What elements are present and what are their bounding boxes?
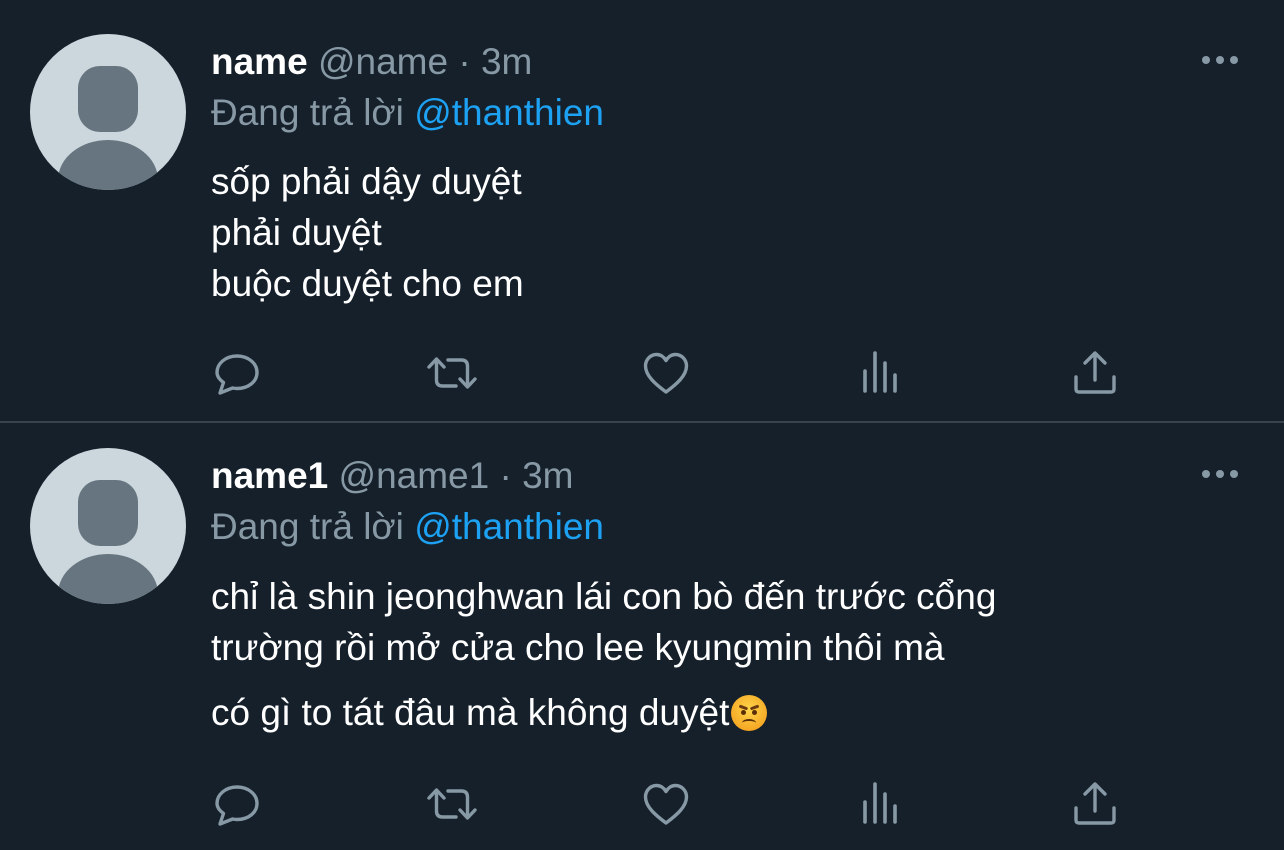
tweet-header: name @name · 3m: [211, 40, 532, 84]
reply-icon: [215, 354, 259, 395]
avatar-body-shape: [58, 140, 158, 190]
share-button[interactable]: [1069, 778, 1121, 830]
more-options-icon[interactable]: [1200, 56, 1240, 66]
tweet-text: có gì to tát đâu mà không duyệt: [211, 692, 730, 733]
analytics-icon: [863, 351, 897, 393]
like-icon: [643, 352, 689, 394]
reply-button[interactable]: [211, 347, 263, 399]
separator-dot: ·: [458, 41, 471, 82]
analytics-icon: [863, 782, 897, 824]
replying-to: Đang trả lời @thanthien: [211, 505, 604, 549]
share-icon: [1074, 782, 1116, 825]
retweet-icon: [427, 357, 477, 389]
tweet-text-line: có gì to tát đâu mà không duyệt: [211, 691, 768, 735]
analytics-button[interactable]: [855, 347, 907, 399]
retweet-button[interactable]: [426, 347, 478, 399]
tweet[interactable]: name1 @name1 · 3m Đang trả lời @thanthie…: [0, 423, 1284, 850]
user-handle[interactable]: @name: [318, 41, 448, 82]
replying-prefix: Đang trả lời: [211, 92, 404, 133]
avatar-body-shape: [58, 554, 158, 604]
analytics-button[interactable]: [855, 778, 907, 830]
mention-link[interactable]: @thanthien: [414, 506, 604, 547]
tweet-text-line: sốp phải dậy duyệt: [211, 161, 522, 202]
angry-face-icon: [731, 695, 768, 731]
tweet-text-line: buộc duyệt cho em: [211, 263, 524, 304]
share-icon: [1074, 351, 1116, 394]
reply-button[interactable]: [211, 778, 263, 830]
retweet-icon: [427, 788, 477, 820]
share-button[interactable]: [1069, 347, 1121, 399]
tweet-text-line: chỉ là shin jeonghwan lái con bò đến trư…: [211, 576, 997, 617]
tweet-header: name1 @name1 · 3m: [211, 454, 574, 498]
like-button[interactable]: [640, 347, 692, 399]
tweet-text-line: trường rồi mở cửa cho lee kyungmin thôi …: [211, 627, 945, 668]
avatar[interactable]: [30, 34, 186, 190]
separator-dot: ·: [499, 455, 512, 496]
avatar-head-shape: [78, 480, 138, 546]
display-name[interactable]: name: [211, 41, 308, 82]
replying-prefix: Đang trả lời: [211, 506, 404, 547]
like-button[interactable]: [640, 778, 692, 830]
like-icon: [643, 783, 689, 825]
timestamp[interactable]: 3m: [481, 41, 532, 82]
mention-link[interactable]: @thanthien: [414, 92, 604, 133]
display-name[interactable]: name1: [211, 455, 328, 496]
user-handle[interactable]: @name1: [339, 455, 490, 496]
avatar[interactable]: [30, 448, 186, 604]
avatar-head-shape: [78, 66, 138, 132]
more-options-icon[interactable]: [1200, 470, 1240, 480]
retweet-button[interactable]: [426, 778, 478, 830]
tweet[interactable]: name @name · 3m Đang trả lời @thanthien …: [0, 0, 1284, 421]
reply-icon: [215, 785, 259, 826]
replying-to: Đang trả lời @thanthien: [211, 91, 604, 135]
timestamp[interactable]: 3m: [522, 455, 573, 496]
tweet-text-line: phải duyệt: [211, 212, 382, 253]
